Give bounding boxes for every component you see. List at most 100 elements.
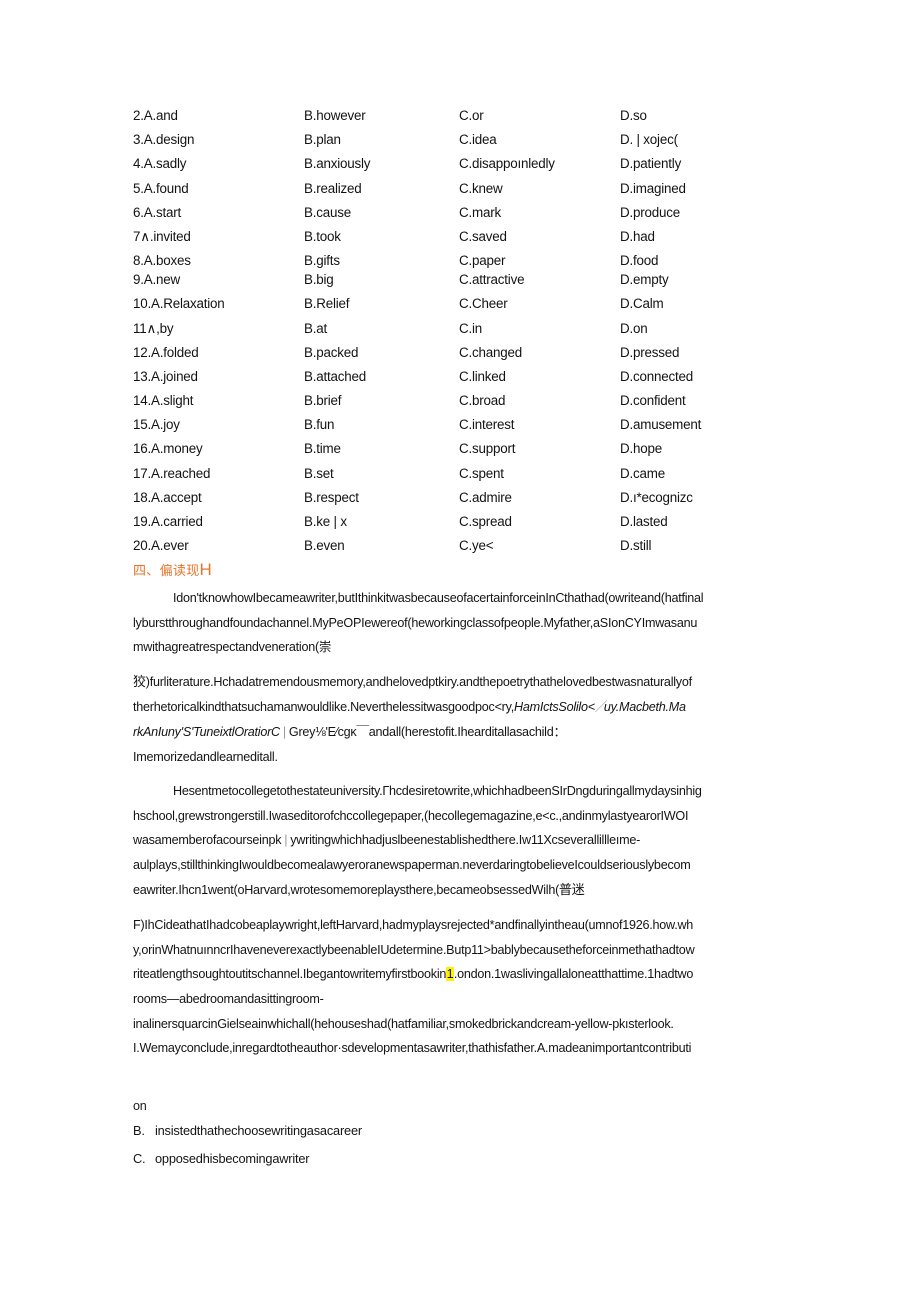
cloze-option-A[interactable]: 4.A.sadly (133, 156, 186, 172)
cloze-option-C[interactable]: C.disappoınledly (459, 156, 555, 172)
passage-line: 狡)furliterature.Hchadatremendousmemory,a… (133, 670, 795, 696)
cloze-option-B[interactable]: B.however (304, 108, 366, 124)
passage-line: y,orinWhatnuınncrIhaveneverexactlybeenab… (133, 942, 695, 957)
cloze-option-C[interactable]: C.Cheer (459, 296, 508, 312)
cloze-option-A[interactable]: 13.A.joined (133, 369, 198, 385)
cloze-row: 15.A.joy B.fun C.interest D.amusement (133, 417, 833, 441)
cloze-row: 7∧.invited B.took C.saved D.had (133, 229, 833, 253)
cloze-option-D[interactable]: D.ı*ecognizc (620, 490, 693, 506)
passage-line-text: wasamemberofacourseinpk (133, 833, 282, 848)
passage-line: aulplays,stillthinkingIwouldbecomealawye… (133, 857, 691, 872)
cloze-option-A[interactable]: 8.A.boxes (133, 253, 191, 269)
cloze-option-C[interactable]: C.interest (459, 417, 515, 433)
cloze-option-D[interactable]: D.Calm (620, 296, 664, 312)
cloze-option-D[interactable]: D.so (620, 108, 647, 124)
document-page: 2.A.and B.however C.or D.so 3.A.design B.plan… (0, 0, 920, 1301)
cloze-option-C[interactable]: C.support (459, 441, 515, 457)
cloze-option-B[interactable]: B.cause (304, 205, 351, 221)
cloze-option-A[interactable]: 9.A.new (133, 272, 180, 288)
cloze-option-B[interactable]: B.packed (304, 345, 358, 361)
cloze-option-D[interactable]: D.hope (620, 441, 662, 457)
cloze-option-D[interactable]: D.pressed (620, 345, 679, 361)
cloze-option-B[interactable]: B.set (304, 466, 334, 482)
cloze-option-B[interactable]: B.big (304, 272, 334, 288)
cloze-option-C[interactable]: C.spent (459, 466, 504, 482)
cloze-option-A[interactable]: 10.A.Relaxation (133, 296, 225, 312)
cloze-option-B[interactable]: B.attached (304, 369, 366, 385)
cloze-option-C[interactable]: C.or (459, 108, 484, 124)
cloze-option-A[interactable]: 3.A.design (133, 132, 194, 148)
cloze-option-A[interactable]: 11∧,by (133, 321, 174, 337)
cloze-option-D[interactable]: D.on (620, 321, 648, 337)
cloze-option-D[interactable]: D.patiently (620, 156, 681, 172)
cloze-option-D[interactable]: D.amusement (620, 417, 701, 433)
cloze-option-C[interactable]: C.admire (459, 490, 512, 506)
cloze-option-D[interactable]: D.came (620, 466, 665, 482)
cloze-option-B[interactable]: B.brief (304, 393, 342, 409)
cloze-option-A[interactable]: 15.A.joy (133, 417, 180, 433)
cloze-option-B[interactable]: B.plan (304, 132, 341, 148)
cloze-option-C[interactable]: C.linked (459, 369, 506, 385)
cloze-option-C[interactable]: C.saved (459, 229, 507, 245)
passage-line-text: )furliterature.Hchadatremendousmemory,an… (145, 674, 692, 689)
passage-line-text: eawriter.Ihcn1went(oHarvard,wrotesomemor… (133, 882, 560, 897)
cloze-option-C[interactable]: C.idea (459, 132, 497, 148)
cloze-option-B[interactable]: B.Relief (304, 296, 349, 312)
cloze-option-C[interactable]: C.knew (459, 181, 503, 197)
cloze-option-A[interactable]: 5.A.found (133, 181, 189, 197)
cloze-option-B[interactable]: B.realized (304, 181, 362, 197)
cloze-option-D[interactable]: D.had (620, 229, 655, 245)
cloze-option-D[interactable]: D.produce (620, 205, 680, 221)
cloze-row: 2.A.and B.however C.or D.so (133, 108, 833, 132)
cloze-row: 11∧,by B.at C.in D.on (133, 321, 833, 345)
cloze-option-D[interactable]: D.still (620, 538, 652, 554)
cloze-option-D[interactable]: D.empty (620, 272, 669, 288)
cloze-row: 3.A.design B.plan C.idea D. | xojec( (133, 132, 833, 156)
cloze-option-C[interactable]: C.ye< (459, 538, 494, 554)
cloze-row: 8.A.boxes B.gifts C.paper D.food (133, 253, 833, 272)
cloze-option-D[interactable]: D.confident (620, 393, 686, 409)
passage-separator: | (284, 833, 288, 848)
cloze-option-A[interactable]: 17.A.reached (133, 466, 210, 482)
cloze-option-C[interactable]: C.mark (459, 205, 501, 221)
cloze-option-B[interactable]: B.respect (304, 490, 359, 506)
passage-line: F)IhCideathatIhadcobeaplaywright,leftHar… (133, 918, 694, 933)
cloze-option-B[interactable]: B.gifts (304, 253, 340, 269)
cloze-option-A[interactable]: 16.A.money (133, 441, 203, 457)
cloze-option-B[interactable]: B.fun (304, 417, 334, 433)
passage-line: hschool,grewstrongerstill.Iwaseditorofch… (133, 808, 689, 823)
cloze-option-D[interactable]: D.imagined (620, 181, 686, 197)
cloze-option-C[interactable]: C.spread (459, 514, 512, 530)
cloze-row: 13.A.joined B.attached C.linked D.connected (133, 369, 833, 393)
cloze-option-C[interactable]: C.in (459, 321, 482, 337)
cloze-option-A[interactable]: 14.A.slight (133, 393, 194, 409)
cloze-option-A[interactable]: 12.A.folded (133, 345, 199, 361)
cloze-option-A[interactable]: 2.A.and (133, 108, 178, 124)
cloze-option-A[interactable]: 6.A.start (133, 205, 181, 221)
cloze-option-D[interactable]: D.connected (620, 369, 693, 385)
answer-option-c-label: C. (133, 1151, 146, 1166)
cloze-option-C[interactable]: C.attractive (459, 272, 525, 288)
cloze-option-B[interactable]: B.time (304, 441, 341, 457)
cloze-option-B[interactable]: B.ke | x (304, 514, 347, 530)
cloze-option-A[interactable]: 18.A.accept (133, 490, 202, 506)
cloze-row: 16.A.money B.time C.support D.hope (133, 441, 833, 465)
answer-option-b[interactable]: B. insistedthathechoosewritingasacareer (133, 1117, 773, 1145)
cloze-option-D[interactable]: D.lasted (620, 514, 668, 530)
passage-cjk-gloss: 狡 (133, 674, 146, 690)
cloze-option-C[interactable]: C.broad (459, 393, 505, 409)
cloze-option-B[interactable]: B.took (304, 229, 341, 245)
cloze-option-A[interactable]: 20.A.ever (133, 538, 189, 554)
cloze-option-B[interactable]: B.anxiously (304, 156, 370, 172)
cloze-option-A[interactable]: 7∧.invited (133, 229, 191, 245)
cloze-option-A[interactable]: 19.A.carried (133, 514, 203, 530)
cloze-option-C[interactable]: C.paper (459, 253, 505, 269)
cloze-option-C[interactable]: C.changed (459, 345, 522, 361)
cloze-row: 10.A.Relaxation B.Relief C.Cheer D.Calm (133, 296, 833, 320)
answer-option-c[interactable]: C. opposedhisbecomingawriter (133, 1145, 773, 1173)
cloze-option-D[interactable]: D.food (620, 253, 658, 269)
cloze-option-B[interactable]: B.at (304, 321, 327, 337)
cloze-option-B[interactable]: B.even (304, 538, 345, 554)
cloze-option-D[interactable]: D. | xojec( (620, 132, 678, 148)
passage-line: rooms—abedroomandasittingroom- (133, 991, 324, 1006)
